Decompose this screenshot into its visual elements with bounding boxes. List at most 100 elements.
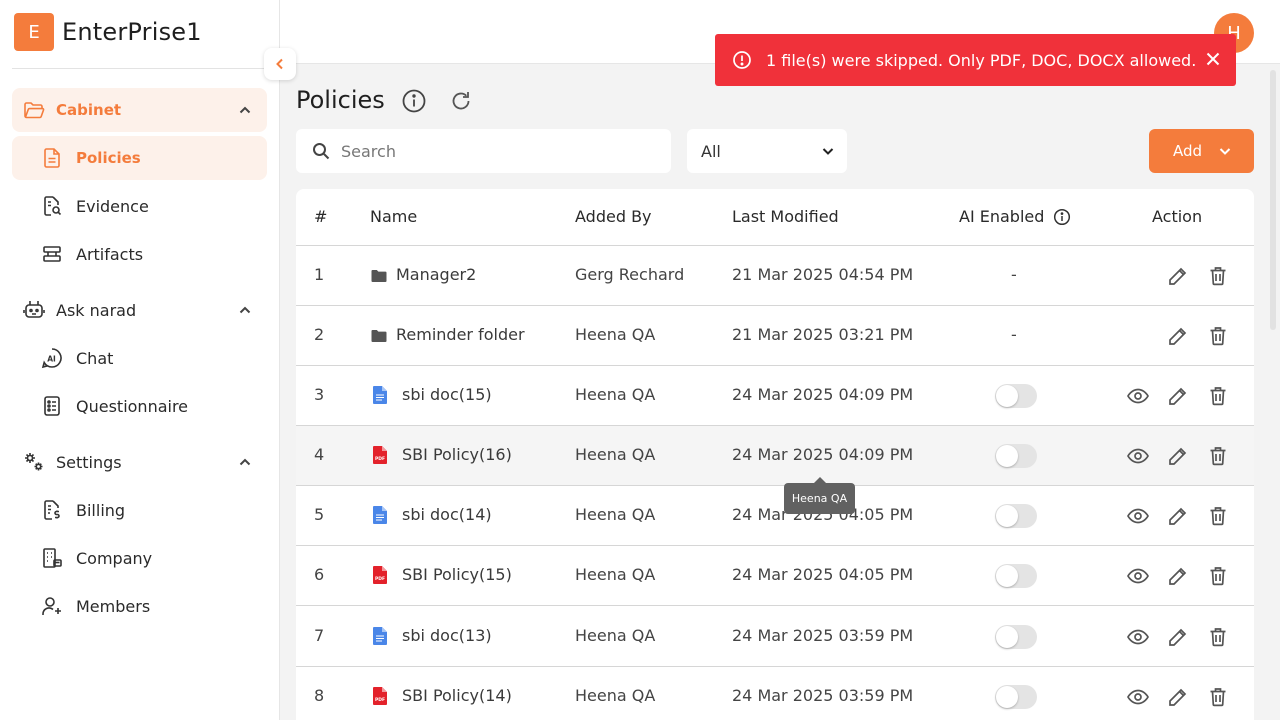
close-icon[interactable] [1204, 50, 1222, 72]
sidebar-group-ask-narad[interactable]: Ask narad [12, 288, 267, 332]
add-button-label: Add [1173, 142, 1203, 160]
view-icon[interactable] [1126, 564, 1150, 588]
row-last-modified: 24 Mar 2025 04:09 PM [732, 385, 914, 404]
row-name[interactable]: SBI Policy(15) [402, 565, 512, 584]
info-icon[interactable] [1053, 208, 1071, 230]
view-icon[interactable] [1126, 625, 1150, 649]
ai-enabled-toggle[interactable] [995, 384, 1037, 408]
column-header-added-by[interactable]: Added By [575, 207, 652, 226]
table-row[interactable]: 4 PDF SBI Policy(16) Heena QA 24 Mar 2025 04… [296, 426, 1254, 486]
policies-table: # Name Added By Last Modified AI Enabled… [296, 189, 1254, 720]
table-row[interactable]: 3 sbi doc(15) Heena QA 24 Mar 2025 04:09 PM [296, 366, 1254, 426]
ai-enabled-toggle[interactable] [995, 685, 1037, 709]
refresh-icon[interactable] [448, 88, 474, 118]
search-icon [311, 141, 331, 161]
table-row[interactable]: 8 PDF SBI Policy(14) Heena QA 24 Mar 2025 03… [296, 667, 1254, 720]
delete-icon[interactable] [1206, 564, 1230, 588]
row-name[interactable]: sbi doc(14) [402, 505, 492, 524]
chevron-up-icon [237, 454, 253, 474]
edit-icon[interactable] [1166, 384, 1190, 408]
edit-icon[interactable] [1166, 504, 1190, 528]
view-icon[interactable] [1126, 384, 1150, 408]
collapse-sidebar-button[interactable] [264, 48, 296, 80]
edit-icon[interactable] [1166, 444, 1190, 468]
ai-enabled-toggle[interactable] [995, 504, 1037, 528]
row-last-modified: 24 Mar 2025 03:59 PM [732, 626, 914, 645]
delete-icon[interactable] [1206, 324, 1230, 348]
svg-text:AI: AI [47, 355, 56, 364]
sidebar-item-billing[interactable]: Billing [12, 488, 267, 532]
doc-file-icon [371, 385, 389, 409]
sidebar-item-questionnaire[interactable]: Questionnaire [12, 384, 267, 428]
ai-enabled-toggle[interactable] [995, 444, 1037, 468]
row-name[interactable]: Reminder folder [396, 325, 525, 344]
billing-icon [40, 498, 64, 522]
sidebar-group-label: Settings [56, 452, 122, 472]
column-header-last-modified[interactable]: Last Modified [732, 207, 839, 226]
sidebar-item-evidence[interactable]: Evidence [12, 184, 267, 228]
toast-message: 1 file(s) were skipped. Only PDF, DOC, D… [766, 50, 1197, 70]
sidebar-item-chat[interactable]: AI Chat [12, 336, 267, 380]
search-input[interactable] [341, 141, 641, 161]
row-number: 8 [314, 686, 325, 705]
sidebar-item-policies[interactable]: Policies [12, 136, 267, 180]
row-added-by: Heena QA [575, 565, 656, 584]
edit-icon[interactable] [1166, 264, 1190, 288]
edit-icon[interactable] [1166, 324, 1190, 348]
sidebar-group-settings[interactable]: Settings [12, 440, 267, 484]
delete-icon[interactable] [1206, 504, 1230, 528]
row-number: 7 [314, 626, 325, 645]
edit-icon[interactable] [1166, 564, 1190, 588]
search-box[interactable] [296, 129, 671, 173]
table-row[interactable]: 7 sbi doc(13) Heena QA 24 Mar 2025 03:59 PM [296, 607, 1254, 667]
row-name[interactable]: Manager2 [396, 265, 476, 284]
edit-icon[interactable] [1166, 625, 1190, 649]
sidebar-item-members[interactable]: Members [12, 584, 267, 628]
delete-icon[interactable] [1206, 625, 1230, 649]
edit-icon[interactable] [1166, 685, 1190, 709]
table-row[interactable]: 2 Reminder folder Heena QA 21 Mar 2025 03:2… [296, 306, 1254, 366]
add-button[interactable]: Add [1149, 129, 1254, 173]
row-name[interactable]: SBI Policy(16) [402, 445, 512, 464]
row-ai-enabled: - [1011, 265, 1017, 284]
delete-icon[interactable] [1206, 264, 1230, 288]
row-added-by: Heena QA [575, 325, 656, 344]
ai-enabled-toggle[interactable] [995, 564, 1037, 588]
brand[interactable]: E EnterPrise1 [14, 13, 202, 51]
delete-icon[interactable] [1206, 685, 1230, 709]
view-icon[interactable] [1126, 685, 1150, 709]
row-last-modified: 21 Mar 2025 03:21 PM [732, 325, 914, 344]
view-icon[interactable] [1126, 444, 1150, 468]
scrollbar[interactable] [1270, 70, 1276, 330]
row-name[interactable]: sbi doc(13) [402, 626, 492, 645]
sidebar-group-cabinet[interactable]: Cabinet [12, 88, 267, 132]
row-added-by: Heena QA [575, 385, 656, 404]
divider [12, 68, 278, 69]
table-row[interactable]: 1 Manager2 Gerg Rechard 21 Mar 2025 04:54 P… [296, 246, 1254, 306]
type-filter-select[interactable]: All [687, 129, 847, 173]
pdf-file-icon: PDF [371, 686, 389, 710]
sidebar-item-company[interactable]: Company [12, 536, 267, 580]
column-header-number: # [314, 207, 328, 226]
sidebar-item-label: Policies [76, 149, 141, 167]
pdf-file-icon: PDF [371, 565, 389, 589]
sidebar-group-label: Cabinet [56, 101, 122, 119]
row-name[interactable]: sbi doc(15) [402, 385, 492, 404]
row-added-by: Heena QA [575, 505, 656, 524]
document-search-icon [40, 194, 64, 218]
delete-icon[interactable] [1206, 444, 1230, 468]
row-name[interactable]: SBI Policy(14) [402, 686, 512, 705]
chevron-up-icon [237, 102, 253, 122]
column-header-name[interactable]: Name [370, 207, 417, 226]
row-number: 1 [314, 265, 325, 284]
sidebar: E EnterPrise1 Cabinet Policies Evidence … [0, 0, 280, 720]
sidebar-item-artifacts[interactable]: Artifacts [12, 232, 267, 276]
ai-enabled-toggle[interactable] [995, 625, 1037, 649]
row-last-modified: 24 Mar 2025 04:09 PM [732, 445, 914, 464]
table-row[interactable]: 6 PDF SBI Policy(15) Heena QA 24 Mar 2025 04… [296, 546, 1254, 606]
view-icon[interactable] [1126, 504, 1150, 528]
delete-icon[interactable] [1206, 384, 1230, 408]
sidebar-item-label: Questionnaire [76, 396, 189, 416]
info-icon[interactable] [401, 88, 427, 118]
table-row[interactable]: 5 sbi doc(14) Heena QA 24 Mar 2025 04:05 PM [296, 486, 1254, 546]
